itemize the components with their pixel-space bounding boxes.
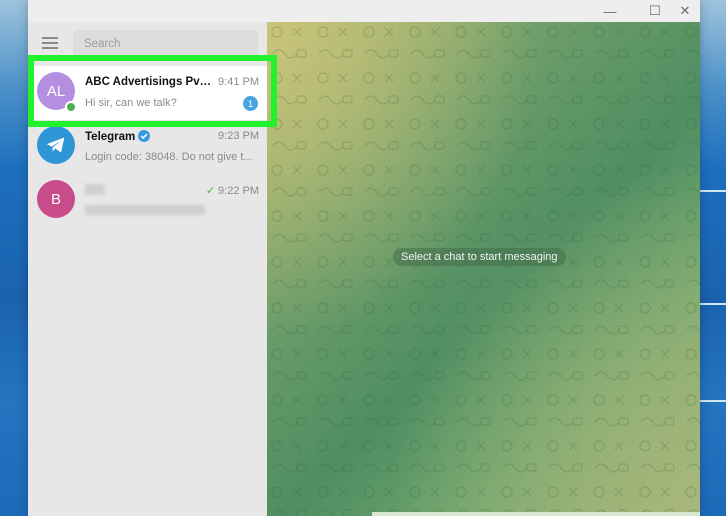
- chat-item-telegram[interactable]: Telegram 9:23 PM Login code: 38048. Do n…: [28, 120, 267, 174]
- chat-name: ABC Advertisings Pvt. L...: [85, 76, 213, 88]
- chat-list-sidebar: AL ABC Advertisings Pvt. L... 9:41 PM Hi…: [28, 22, 267, 516]
- search-box[interactable]: [73, 30, 258, 58]
- telegram-window: — ☐ ✕ AL ABC Advertisings Pvt. L... 9:41…: [28, 0, 700, 516]
- chat-preview: Hi sir, can we talk?: [85, 97, 177, 109]
- chat-area: Select a chat to start messaging: [267, 22, 700, 516]
- close-button[interactable]: ✕: [673, 2, 697, 20]
- avatar: B: [37, 180, 75, 218]
- chat-item-abc-advertisings[interactable]: AL ABC Advertisings Pvt. L... 9:41 PM Hi…: [28, 66, 267, 120]
- desktop-divider: [700, 400, 726, 402]
- sidebar-header: [28, 22, 267, 66]
- verified-badge-icon: [138, 130, 151, 142]
- chat-name: Telegram: [85, 130, 215, 143]
- unread-badge: 1: [243, 96, 258, 111]
- search-input[interactable]: [84, 38, 247, 50]
- title-bar: — ☐ ✕: [28, 0, 700, 22]
- blurred-chat-preview: [85, 205, 205, 215]
- empty-chat-message: Select a chat to start messaging: [393, 248, 566, 266]
- chat-preview: Login code: 38048. Do not give t...: [85, 151, 253, 163]
- chat-background-pattern: [267, 22, 700, 516]
- hamburger-menu-icon[interactable]: [42, 37, 58, 49]
- window-bottom-edge: [372, 512, 700, 516]
- maximize-button[interactable]: ☐: [643, 2, 667, 20]
- telegram-plane-icon: [37, 126, 75, 164]
- chat-time: ✓ 9:22 PM: [205, 185, 259, 197]
- chat-time: 9:41 PM: [218, 76, 259, 88]
- blurred-chat-name: [85, 184, 105, 195]
- minimize-button[interactable]: —: [598, 2, 622, 20]
- desktop-divider: [700, 303, 726, 305]
- chat-time: 9:23 PM: [218, 130, 259, 142]
- online-status-dot: [65, 101, 77, 113]
- sent-check-icon: ✓: [205, 185, 216, 197]
- desktop-divider: [700, 190, 726, 192]
- chat-item-b[interactable]: B ✓ 9:22 PM: [28, 174, 267, 228]
